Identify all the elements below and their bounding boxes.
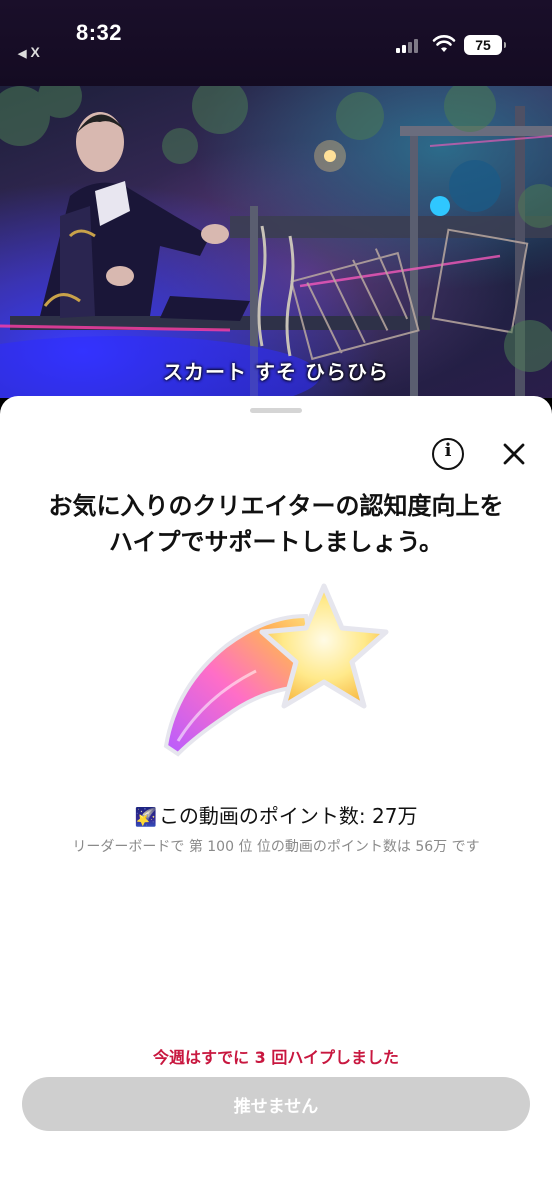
- battery-indicator: 75: [464, 35, 506, 55]
- video-subtitle: スカート すそ ひらひら: [163, 360, 389, 384]
- close-button[interactable]: [498, 438, 530, 470]
- sheet-headline: お気に入りのクリエイターの認知度向上を ハイプでサポートしましょう。: [20, 488, 532, 560]
- info-icon: i: [444, 440, 452, 461]
- sheet-grabber[interactable]: [250, 408, 302, 413]
- back-app-label: X: [30, 44, 40, 60]
- leaderboard-info: リーダーボードで 第 100 位 位の動画のポイント数は 56万 です: [72, 839, 480, 855]
- headline-line-1: お気に入りのクリエイターの認知度向上を: [48, 492, 504, 520]
- back-triangle-icon: ◀: [18, 48, 27, 60]
- info-button[interactable]: i: [432, 438, 464, 470]
- video-scene: [0, 86, 552, 398]
- status-time: 8:32: [76, 20, 123, 45]
- close-icon: [503, 443, 525, 465]
- points-label: この動画のポイント数: 27万: [158, 804, 418, 828]
- hype-bottom-sheet: i お気に入りのクリエイターの認知度向上を ハイプでサポートしましょう。 🌠 こ…: [0, 396, 552, 1200]
- wifi-icon: [432, 35, 456, 52]
- mini-shooting-star-icon: 🌠: [134, 807, 157, 828]
- headline-line-2: ハイプでサポートしましょう。: [108, 528, 444, 556]
- shooting-star-icon: [156, 576, 396, 766]
- back-to-app-button[interactable]: ◀ X: [18, 44, 40, 60]
- cellular-signal-icon: [396, 37, 418, 53]
- video-points: 🌠 この動画のポイント数: 27万: [0, 800, 552, 829]
- weekly-hype-notice: 今週はすでに 3 回ハイプしました: [152, 1048, 400, 1067]
- status-bar: 8:32 ◀ X 75: [0, 0, 552, 86]
- hype-button-disabled[interactable]: 推せません: [22, 1077, 530, 1131]
- video-player[interactable]: スカート すそ ひらひら: [0, 86, 552, 398]
